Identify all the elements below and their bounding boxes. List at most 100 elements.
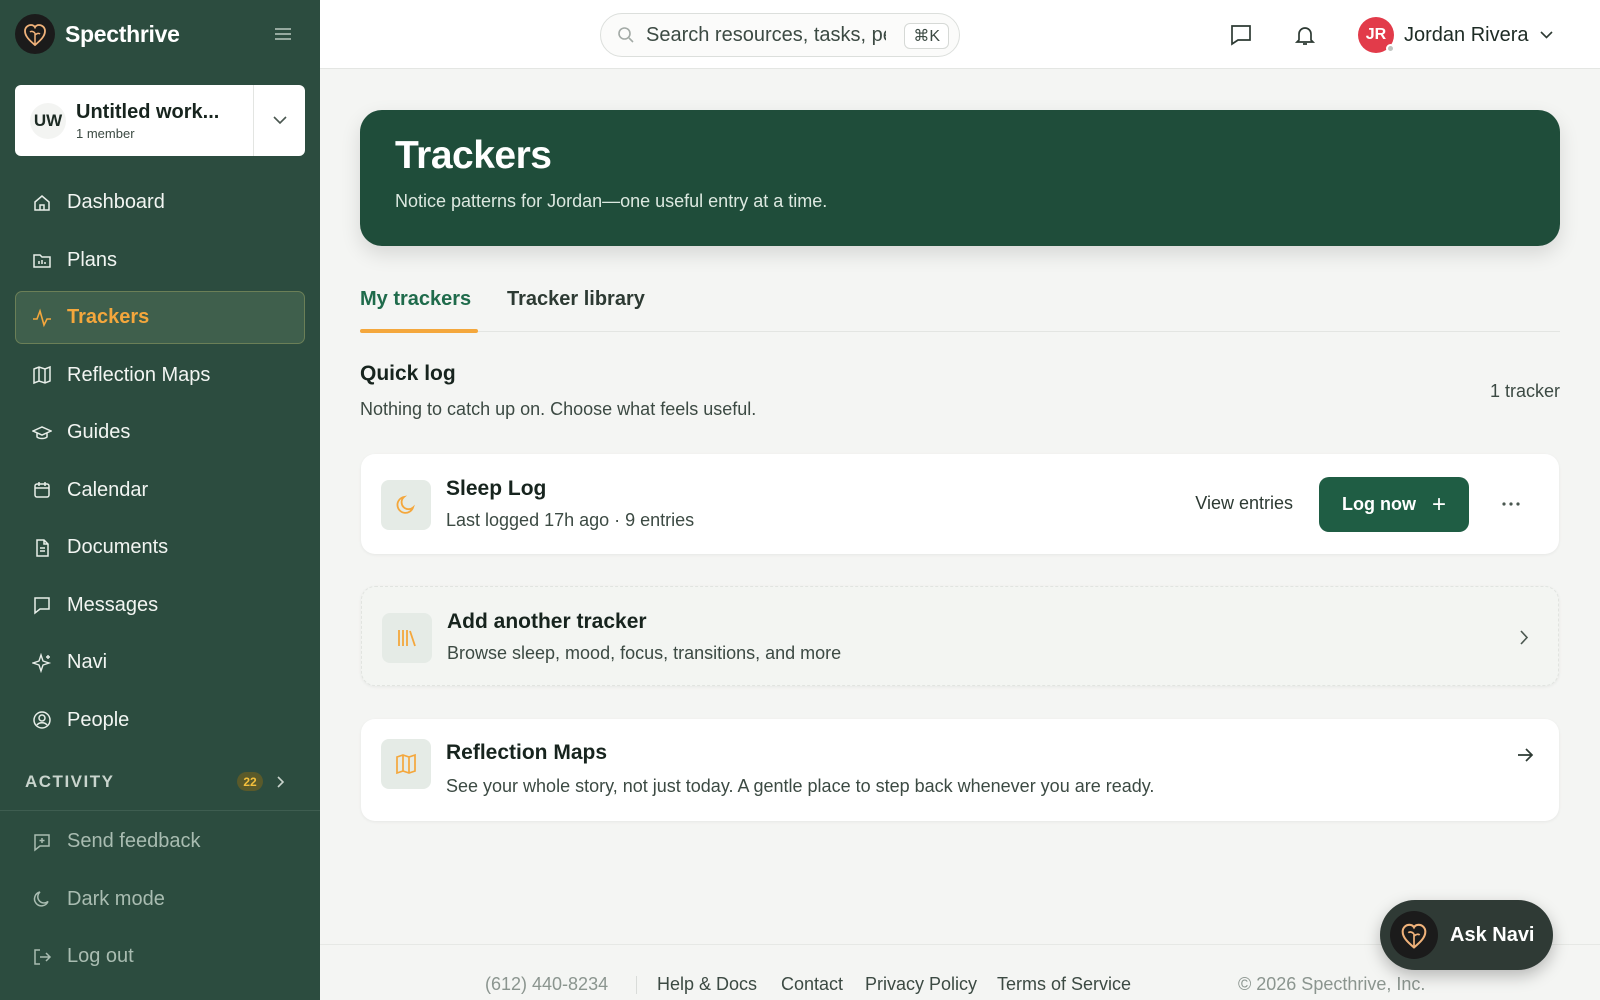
footer-copyright: © 2026 Specthrive, Inc. xyxy=(1238,974,1426,994)
brand-logo-icon xyxy=(15,14,55,54)
reflection-maps-title: Reflection Maps xyxy=(446,741,608,764)
page-title: Trackers xyxy=(395,134,552,177)
navi-logo-icon xyxy=(1390,911,1438,959)
send-feedback-button[interactable]: Send feedback xyxy=(15,815,305,868)
sidebar-item-calendar[interactable]: Calendar xyxy=(15,464,305,517)
log-out-label: Log out xyxy=(67,945,134,967)
sidebar-item-dashboard[interactable]: Dashboard xyxy=(15,176,305,229)
sidebar-item-label: Reflection Maps xyxy=(67,363,211,386)
sidebar-item-trackers[interactable]: Trackers xyxy=(15,291,305,344)
search-input[interactable] xyxy=(646,23,886,47)
chevron-down-icon xyxy=(272,116,287,125)
page-header-banner: Trackers Notice patterns for Jordan—one … xyxy=(360,110,1560,246)
footer-phone: (612) 440-8234 xyxy=(485,974,609,994)
library-icon xyxy=(382,613,432,663)
sidebar-item-reflection-maps[interactable]: Reflection Maps xyxy=(15,349,305,402)
tab-label: Tracker library xyxy=(507,288,645,310)
sidebar-item-messages[interactable]: Messages xyxy=(15,579,305,632)
log-now-button[interactable]: Log now + xyxy=(1319,477,1469,532)
sidebar-item-people[interactable]: People xyxy=(15,694,305,747)
sleep-log-meta: Last logged 17h ago · 9 entries xyxy=(446,510,695,530)
user-initials: JR xyxy=(1365,26,1387,43)
workspace-members: 1 member xyxy=(76,125,135,141)
sparkle-icon xyxy=(31,652,53,674)
brand-name: Specthrive xyxy=(65,20,180,47)
view-entries-link[interactable]: View entries xyxy=(1195,493,1293,514)
sidebar-item-label: Dashboard xyxy=(67,191,165,213)
ask-navi-button[interactable]: Ask Navi xyxy=(1380,900,1553,970)
logout-icon xyxy=(31,946,53,968)
reflection-maps-subtitle: See your whole story, not just today. A … xyxy=(446,776,1155,796)
calendar-icon xyxy=(31,479,53,501)
moon-icon xyxy=(381,480,431,530)
tracker-count: 1 tracker xyxy=(1489,381,1560,401)
feedback-icon xyxy=(31,831,53,853)
home-icon xyxy=(31,192,53,214)
sidebar-item-label: Guides xyxy=(67,421,131,443)
footer-link-contact[interactable]: Contact xyxy=(781,974,843,995)
moon-icon xyxy=(31,888,53,910)
user-avatar: JR xyxy=(1358,17,1395,53)
chevron-right-icon xyxy=(273,773,289,791)
ask-navi-label: Ask Navi xyxy=(1450,923,1535,946)
sidebar-item-label: Plans xyxy=(67,248,118,271)
sleep-log-title: Sleep Log xyxy=(446,477,547,500)
user-name: Jordan Rivera xyxy=(1404,23,1529,46)
activity-count-badge: 22 xyxy=(237,772,263,791)
log-out-button[interactable]: Log out xyxy=(15,930,305,983)
folder-chart-icon xyxy=(31,249,53,271)
sidebar-item-label: Navi xyxy=(67,651,108,673)
add-tracker-card[interactable]: Add another tracker Browse sleep, mood, … xyxy=(361,586,1559,686)
sidebar-item-label: Documents xyxy=(67,536,169,558)
messages-icon[interactable] xyxy=(1228,22,1254,48)
dark-mode-toggle[interactable]: Dark mode xyxy=(15,873,305,926)
quick-log-heading: Quick log xyxy=(360,362,456,385)
footer-link-privacy[interactable]: Privacy Policy xyxy=(865,974,977,995)
sidebar-item-plans[interactable]: Plans xyxy=(15,234,305,287)
tab-my-trackers[interactable]: My trackers xyxy=(360,288,478,333)
footer-link-terms[interactable]: Terms of Service xyxy=(997,974,1131,995)
map-icon xyxy=(31,364,53,386)
sidebar-divider xyxy=(0,810,320,811)
workspace-dropdown-toggle[interactable] xyxy=(253,85,305,156)
workspace-switcher[interactable]: UW Untitled work... 1 member xyxy=(15,85,305,156)
plus-icon: + xyxy=(1431,490,1446,518)
sidebar-item-guides[interactable]: Guides xyxy=(15,406,305,459)
tab-label: My trackers xyxy=(360,288,472,310)
notification-bell-icon[interactable] xyxy=(1292,22,1318,48)
sidebar-item-documents[interactable]: Documents xyxy=(15,521,305,574)
more-options-icon[interactable] xyxy=(1499,492,1523,516)
search-box[interactable]: ⌘K xyxy=(600,13,960,57)
graduation-cap-icon xyxy=(31,422,53,444)
sidebar-item-navi[interactable]: Navi xyxy=(15,636,305,689)
active-tab-indicator xyxy=(360,329,478,333)
tracker-tabs: My trackers Tracker library xyxy=(360,280,1560,333)
sidebar-nav: Dashboard Plans Trackers Reflection Maps… xyxy=(15,176,305,751)
brand[interactable]: Specthrive xyxy=(15,14,305,54)
workspace-avatar: UW xyxy=(30,102,66,139)
sidebar-item-label: People xyxy=(67,708,130,731)
activity-label: ACTIVITY xyxy=(25,772,115,791)
search-icon xyxy=(616,25,636,45)
sidebar: Specthrive UW Untitled work... 1 member … xyxy=(0,0,320,1000)
top-bar: ⌘K JR Jordan Rivera xyxy=(320,0,1600,69)
tab-tracker-library[interactable]: Tracker library xyxy=(507,288,645,332)
sleep-log-card: Sleep Log Last logged 17h ago · 9 entrie… xyxy=(361,454,1559,554)
presence-indicator xyxy=(1386,44,1395,53)
dark-mode-label: Dark mode xyxy=(67,887,165,910)
chevron-down-icon xyxy=(1539,27,1555,43)
log-now-label: Log now xyxy=(1342,494,1416,514)
activity-section-toggle[interactable]: ACTIVITY 22 xyxy=(25,770,295,794)
sidebar-item-label: Calendar xyxy=(67,478,149,501)
workspace-name: Untitled work... xyxy=(76,100,220,123)
footer-divider xyxy=(636,976,637,994)
hamburger-menu-icon[interactable] xyxy=(273,24,293,44)
arrow-right-icon xyxy=(1515,745,1535,765)
add-tracker-title: Add another tracker xyxy=(447,610,647,633)
footer-link-help-docs[interactable]: Help & Docs xyxy=(657,974,757,995)
reflection-maps-card[interactable]: Reflection Maps See your whole story, no… xyxy=(361,719,1559,821)
workspace-info: Untitled work... 1 member xyxy=(76,101,253,141)
message-icon xyxy=(31,594,53,616)
search-shortcut-hint: ⌘K xyxy=(904,23,949,49)
user-menu[interactable]: JR Jordan Rivera xyxy=(1358,16,1555,54)
